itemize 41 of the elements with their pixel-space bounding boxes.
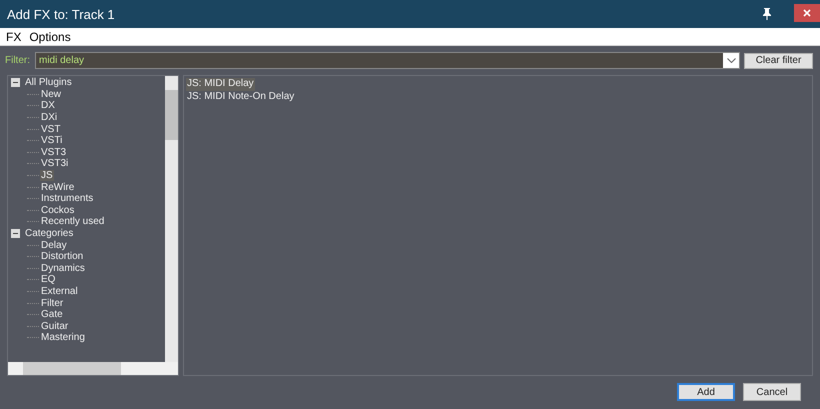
menu-item[interactable]: FX bbox=[6, 30, 22, 44]
tree-item[interactable]: Dynamics bbox=[40, 262, 86, 274]
dialog-button[interactable]: Cancel bbox=[743, 383, 801, 401]
tree-item[interactable]: VST3 bbox=[40, 146, 68, 158]
tree-item[interactable]: Instruments bbox=[40, 193, 94, 204]
clear-filter-button[interactable]: Clear filter bbox=[744, 52, 813, 68]
dialog-button[interactable]: Add bbox=[677, 383, 735, 401]
result-item[interactable]: JS: MIDI Delay bbox=[186, 78, 255, 91]
tree-item[interactable]: VSTi bbox=[40, 135, 64, 146]
tree-item[interactable]: External bbox=[40, 286, 79, 297]
vertical-scrollbar[interactable] bbox=[165, 76, 178, 362]
tree-item[interactable]: ReWire bbox=[40, 182, 76, 193]
horizontal-scrollbar[interactable] bbox=[8, 362, 178, 375]
tree-item[interactable]: EQ bbox=[40, 274, 56, 286]
tree-item[interactable]: Gate bbox=[40, 309, 64, 320]
tree-item[interactable]: Guitar bbox=[40, 320, 70, 332]
filter-label: Filter: bbox=[5, 55, 30, 66]
tree-item[interactable]: Filter bbox=[40, 298, 64, 309]
tree-item[interactable]: DXi bbox=[40, 112, 58, 124]
tree-item[interactable]: Distortion bbox=[40, 251, 84, 262]
tree-item[interactable]: VST bbox=[40, 124, 62, 135]
tree-item[interactable]: VST3i bbox=[40, 158, 70, 170]
menu-item[interactable]: Options bbox=[29, 30, 71, 44]
dropdown-icon[interactable] bbox=[726, 58, 736, 63]
tree-item[interactable]: DX bbox=[40, 100, 56, 112]
tree-item[interactable]: New bbox=[40, 88, 62, 100]
collapse-icon[interactable] bbox=[11, 78, 20, 88]
filter-field[interactable]: midi delay bbox=[35, 52, 740, 69]
close-icon[interactable] bbox=[803, 9, 811, 17]
tree-item[interactable]: Cockos bbox=[40, 204, 76, 216]
tree-item[interactable]: Mastering bbox=[40, 332, 86, 344]
result-item[interactable]: JS: MIDI Note-On Delay bbox=[186, 90, 296, 104]
tree-item[interactable]: JS bbox=[40, 170, 54, 182]
collapse-icon[interactable] bbox=[11, 229, 20, 238]
window-title: Add FX to: Track 1 bbox=[6, 6, 116, 22]
pin-icon[interactable] bbox=[762, 8, 772, 20]
close-button[interactable] bbox=[794, 4, 820, 22]
tree-item[interactable]: All Plugins bbox=[24, 77, 73, 88]
tree-item[interactable]: Categories bbox=[24, 228, 74, 240]
tree-item[interactable]: Recently used bbox=[40, 216, 106, 228]
tree-item[interactable]: Delay bbox=[40, 240, 68, 251]
